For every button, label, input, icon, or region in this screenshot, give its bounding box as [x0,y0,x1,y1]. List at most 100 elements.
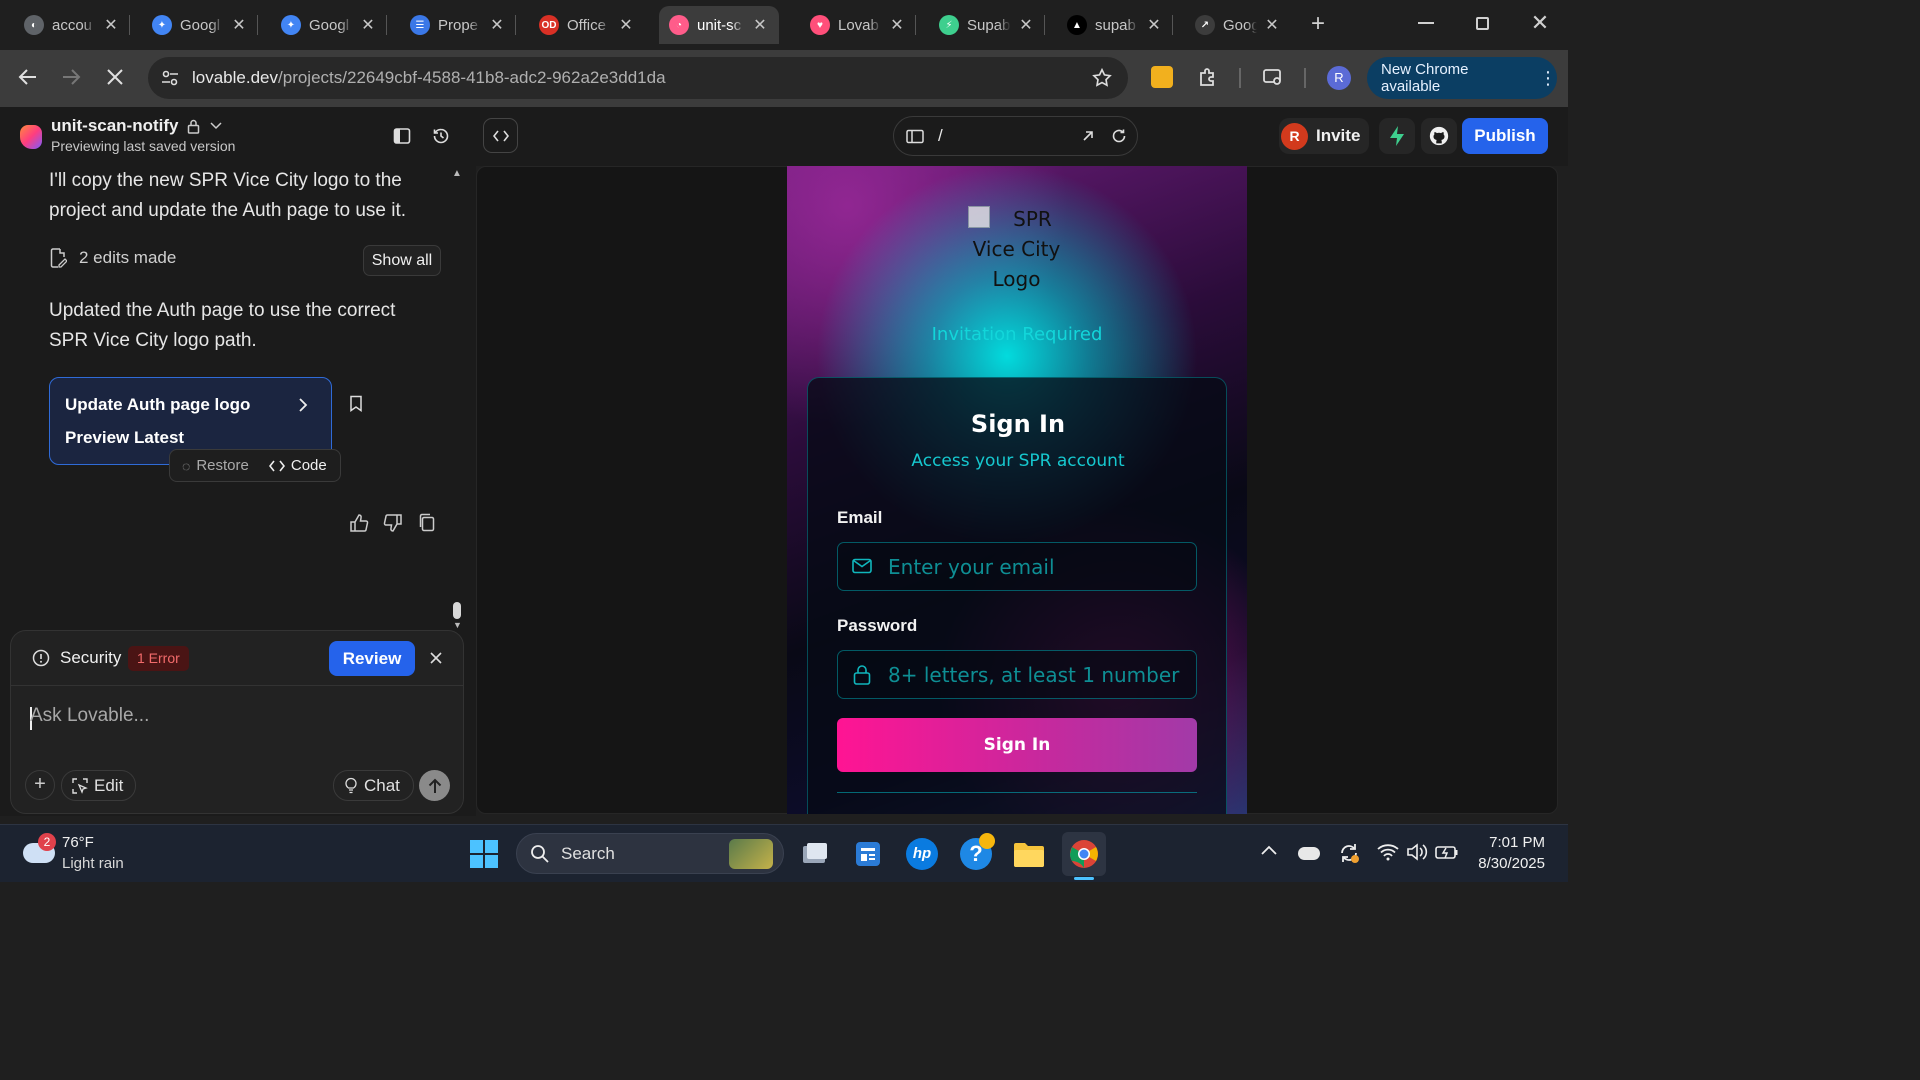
supabase-icon[interactable] [1379,118,1415,154]
lovable-header: unit-scan-notify Previewing last saved v… [0,107,1568,166]
invite-button[interactable]: R Invite [1279,118,1369,154]
profile-avatar[interactable]: R [1327,66,1351,90]
send-button[interactable] [419,770,450,801]
extension-icon[interactable] [1151,66,1173,88]
divider [837,792,1197,793]
chrome-taskbar-icon[interactable] [1062,832,1106,876]
bookmark-star-icon[interactable] [1091,67,1113,89]
onedrive-icon[interactable] [1298,847,1320,860]
wifi-icon[interactable] [1377,843,1399,861]
address-bar[interactable]: lovable.dev/projects/22649cbf-4588-41b8-… [148,57,1128,99]
signin-button[interactable]: Sign In [837,718,1197,772]
help-app-icon[interactable]: ? [957,833,995,873]
add-attachment-button[interactable]: + [25,770,55,800]
lovable-logo-icon[interactable] [20,125,42,149]
version-card-preview[interactable]: Preview Latest [65,428,184,448]
tab-close-icon[interactable]: ✕ [102,15,120,35]
show-hidden-icons[interactable] [1261,845,1277,855]
restore-button[interactable] [1476,17,1489,30]
tab-search-icon[interactable] [1261,65,1285,89]
tab-close-icon[interactable]: ✕ [1145,15,1163,35]
browser-tab[interactable]: ↗ Googl ✕ [1171,6,1291,44]
github-icon[interactable] [1421,118,1457,154]
password-placeholder: 8+ letters, at least 1 number [888,663,1180,687]
close-window-button[interactable]: ✕ [1530,10,1550,36]
browser-tab[interactable]: OD Office ✕ [515,6,645,44]
lock-icon [187,119,200,134]
browser-tab[interactable]: ▲ supab ✕ [1043,6,1173,44]
new-tab-button[interactable]: + [1305,12,1331,38]
restore-button[interactable]: Restore [196,457,249,474]
tab-close-icon[interactable]: ✕ [359,15,377,35]
scrollbar-thumb[interactable] [453,602,461,619]
stop-loading-button[interactable] [104,66,126,88]
email-field[interactable]: Enter your email [837,542,1197,591]
refresh-icon[interactable] [1111,128,1127,144]
browser-tab[interactable]: ✦ Googl ✕ [128,6,258,44]
browser-tab[interactable]: ◔ unit-sc ✕ [659,6,779,44]
preview-path[interactable]: / [938,126,943,146]
close-icon[interactable] [429,651,443,665]
clock-time[interactable]: 7:01 PM [1470,834,1545,851]
code-button[interactable]: Code [291,457,327,474]
forward-button[interactable] [59,65,83,89]
back-button[interactable] [16,65,40,89]
hp-app-icon[interactable]: hp [903,835,941,873]
battery-icon[interactable] [1435,844,1459,860]
show-all-button[interactable]: Show all [363,245,441,276]
news-app-icon[interactable] [849,835,887,873]
email-label: Email [837,508,883,527]
copy-icon[interactable] [418,513,436,533]
tab-favicon-icon: ↗ [1195,15,1215,35]
ask-input[interactable]: Ask Lovable... [30,705,440,735]
composer: Security 1 Error Review Ask Lovable... +… [10,630,464,814]
tab-title: Prope [438,16,479,34]
windows-start-icon[interactable] [465,835,503,873]
sync-icon[interactable] [1338,842,1360,864]
scroll-down-arrow[interactable]: ▼ [453,620,462,630]
preview-url-bar[interactable]: / [893,116,1138,156]
tab-close-icon[interactable]: ✕ [230,15,248,35]
app-preview[interactable]: SPR Vice City Logo Invitation Required S… [787,166,1247,814]
edit-button[interactable]: Edit [61,770,136,801]
browser-tab[interactable]: ♥ Lovab ✕ [786,6,916,44]
minimize-button[interactable] [1418,22,1434,24]
browser-tab[interactable]: ◐ accou ✕ [0,6,130,44]
code-view-button[interactable] [483,118,518,153]
chrome-update-button[interactable]: New Chrome available ⋮ [1367,57,1557,99]
clock-date[interactable]: 8/30/2025 [1465,855,1545,872]
security-label: Security [60,648,122,667]
publish-button[interactable]: Publish [1462,118,1548,154]
review-button[interactable]: Review [329,641,415,676]
tab-close-icon[interactable]: ✕ [1263,15,1281,35]
thumbs-down-icon[interactable] [383,513,403,533]
volume-icon[interactable] [1406,843,1428,861]
chevron-down-icon[interactable] [209,122,222,130]
task-view-icon[interactable] [796,835,834,873]
tab-close-icon[interactable]: ✕ [488,15,506,35]
url-text[interactable]: lovable.dev/projects/22649cbf-4588-41b8-… [192,68,666,88]
open-external-icon[interactable] [1081,129,1095,143]
history-icon[interactable] [431,126,451,146]
extensions-puzzle-icon[interactable] [1196,65,1220,89]
tab-close-icon[interactable]: ✕ [888,15,906,35]
project-name[interactable]: unit-scan-notify [51,116,222,136]
tab-close-icon[interactable]: ✕ [1017,15,1035,35]
browser-tab[interactable]: ☰ Prope ✕ [386,6,516,44]
browser-tab[interactable]: ⚡ Supab ✕ [915,6,1045,44]
password-field[interactable]: 8+ letters, at least 1 number [837,650,1197,699]
chat-mode-button[interactable]: Chat [333,770,414,801]
file-explorer-icon[interactable] [1010,835,1048,873]
tab-close-icon[interactable]: ✕ [617,15,635,35]
tab-title: Googl [309,16,350,34]
weather-widget[interactable]: 2 76°F Light rain [20,831,150,877]
scroll-up-arrow[interactable]: ▲ [452,168,462,179]
device-toggle-icon[interactable] [906,129,924,145]
site-info-icon[interactable] [160,68,180,88]
sidebar-toggle-icon[interactable] [393,127,411,145]
taskbar-search[interactable]: Search [516,833,784,874]
tab-close-icon[interactable]: ✕ [751,15,769,35]
thumbs-up-icon[interactable] [349,513,369,533]
bookmark-icon[interactable] [349,395,363,412]
browser-tab[interactable]: ✦ Googl ✕ [257,6,387,44]
